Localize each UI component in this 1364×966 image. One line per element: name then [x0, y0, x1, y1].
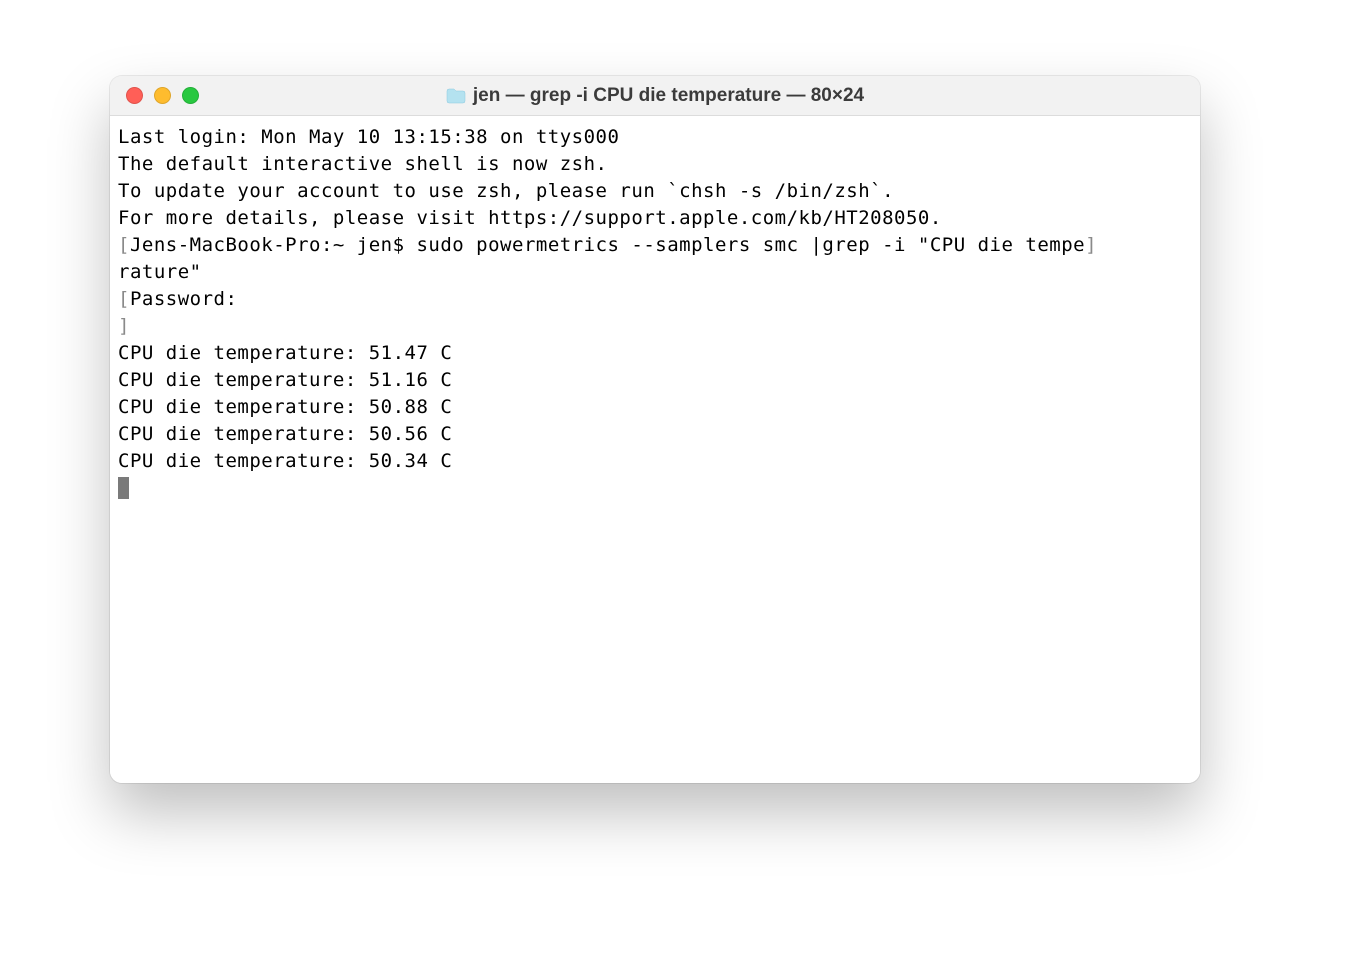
bracket-close-2: ] [118, 315, 130, 337]
zsh-notice-line-3: For more details, please visit https://s… [118, 205, 1192, 232]
prompt-continuation: rature" [118, 259, 1192, 286]
cursor-line [118, 475, 1192, 502]
close-icon[interactable] [126, 87, 143, 104]
bracket-open-2: [ [118, 288, 130, 310]
terminal-output[interactable]: Last login: Mon May 10 13:15:38 on ttys0… [110, 116, 1200, 783]
password-line: [Password:] [118, 286, 1192, 340]
output-line-5: CPU die temperature: 50.34 C [118, 448, 1192, 475]
prompt-text: Jens-MacBook-Pro:~ jen$ sudo powermetric… [130, 234, 1085, 256]
last-login-line: Last login: Mon May 10 13:15:38 on ttys0… [118, 124, 1192, 151]
prompt-line: [Jens-MacBook-Pro:~ jen$ sudo powermetri… [118, 232, 1192, 259]
bracket-close: ] [1085, 234, 1097, 256]
window-controls [126, 87, 199, 104]
folder-icon [446, 88, 466, 104]
bracket-open: [ [118, 234, 130, 256]
zsh-notice-line-2: To update your account to use zsh, pleas… [118, 178, 1192, 205]
cursor-icon [118, 477, 129, 499]
output-line-4: CPU die temperature: 50.56 C [118, 421, 1192, 448]
window-title-area: jen — grep -i CPU die temperature — 80×2… [110, 85, 1200, 107]
output-line-1: CPU die temperature: 51.47 C [118, 340, 1192, 367]
minimize-icon[interactable] [154, 87, 171, 104]
output-line-3: CPU die temperature: 50.88 C [118, 394, 1192, 421]
titlebar: jen — grep -i CPU die temperature — 80×2… [110, 76, 1200, 116]
window-title: jen — grep -i CPU die temperature — 80×2… [473, 85, 864, 107]
maximize-icon[interactable] [182, 87, 199, 104]
password-prompt: Password: [130, 288, 237, 310]
terminal-window: jen — grep -i CPU die temperature — 80×2… [110, 76, 1200, 783]
zsh-notice-line-1: The default interactive shell is now zsh… [118, 151, 1192, 178]
output-line-2: CPU die temperature: 51.16 C [118, 367, 1192, 394]
